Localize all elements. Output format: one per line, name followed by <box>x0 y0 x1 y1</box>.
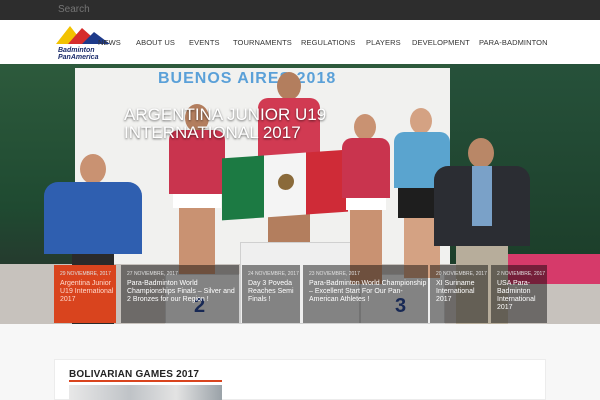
news-card[interactable]: 2 NOVIEMBRE, 2017 USA Para-Badminton Int… <box>491 265 547 323</box>
news-date: 27 NOVIEMBRE, 2017 <box>127 271 178 277</box>
logo-line-2: PanAmerica <box>58 54 99 61</box>
section-title[interactable]: BOLIVARIAN GAMES 2017 <box>69 369 199 380</box>
nav-news[interactable]: NEWS <box>98 38 121 47</box>
news-strip: 29 NOVIEMBRE, 2017 Argentina Junior U19 … <box>54 265 600 323</box>
news-title: Para-Badminton World Championship – Exce… <box>309 280 427 303</box>
nav-events[interactable]: EVENTS <box>189 38 220 47</box>
news-title: USA Para-Badminton International 2017 <box>497 280 536 311</box>
news-card[interactable]: 20 NOVIEMBRE, 2017 XI Suriname Internati… <box>430 265 488 323</box>
hero-title[interactable]: ARGENTINA JUNIOR U19 INTERNATIONAL 2017 <box>124 106 384 142</box>
page: Badminton PanAmerica NEWS ABOUT US EVENT… <box>0 0 600 400</box>
news-date: 24 NOVIEMBRE, 2017 <box>248 271 299 277</box>
nav-players[interactable]: PLAYERS <box>366 38 401 47</box>
nav-para-badminton[interactable]: PARA-BADMINTON <box>479 38 548 47</box>
mexico-flag <box>222 149 348 221</box>
news-date: 2 NOVIEMBRE, 2017 <box>497 271 546 277</box>
top-search-bar <box>0 0 600 20</box>
logo-line-1: Badminton <box>58 47 95 54</box>
news-card[interactable]: 23 NOVIEMBRE, 2017 Para-Badminton World … <box>303 265 428 323</box>
section-underline <box>69 380 222 382</box>
news-title: Argentina Junior U19 International 2017 <box>60 280 114 303</box>
nav-about-us[interactable]: ABOUT US <box>136 38 175 47</box>
news-date: 29 NOVIEMBRE, 2017 <box>60 271 111 277</box>
news-title: Day 3 Poveda Reaches Semi Finals ! <box>248 280 294 303</box>
news-card[interactable]: 24 NOVIEMBRE, 2017 Day 3 Poveda Reaches … <box>242 265 300 323</box>
nav-development[interactable]: DEVELOPMENT <box>412 38 470 47</box>
news-card[interactable]: 27 NOVIEMBRE, 2017 Para-Badminton World … <box>121 265 239 323</box>
news-title: Para-Badminton World Championships Final… <box>127 280 235 303</box>
news-card[interactable]: 29 NOVIEMBRE, 2017 Argentina Junior U19 … <box>54 265 116 323</box>
section-thumbnail[interactable] <box>69 385 222 400</box>
news-date: 20 NOVIEMBRE, 2017 <box>436 271 487 277</box>
news-date: 23 NOVIEMBRE, 2017 <box>309 271 360 277</box>
nav-regulations[interactable]: REGULATIONS <box>301 38 355 47</box>
news-title: XI Suriname International 2017 <box>436 280 475 303</box>
search-input[interactable] <box>58 3 218 17</box>
nav-tournaments[interactable]: TOURNAMENTS <box>233 38 292 47</box>
logo-wordmark: Badminton PanAmerica <box>58 47 98 61</box>
